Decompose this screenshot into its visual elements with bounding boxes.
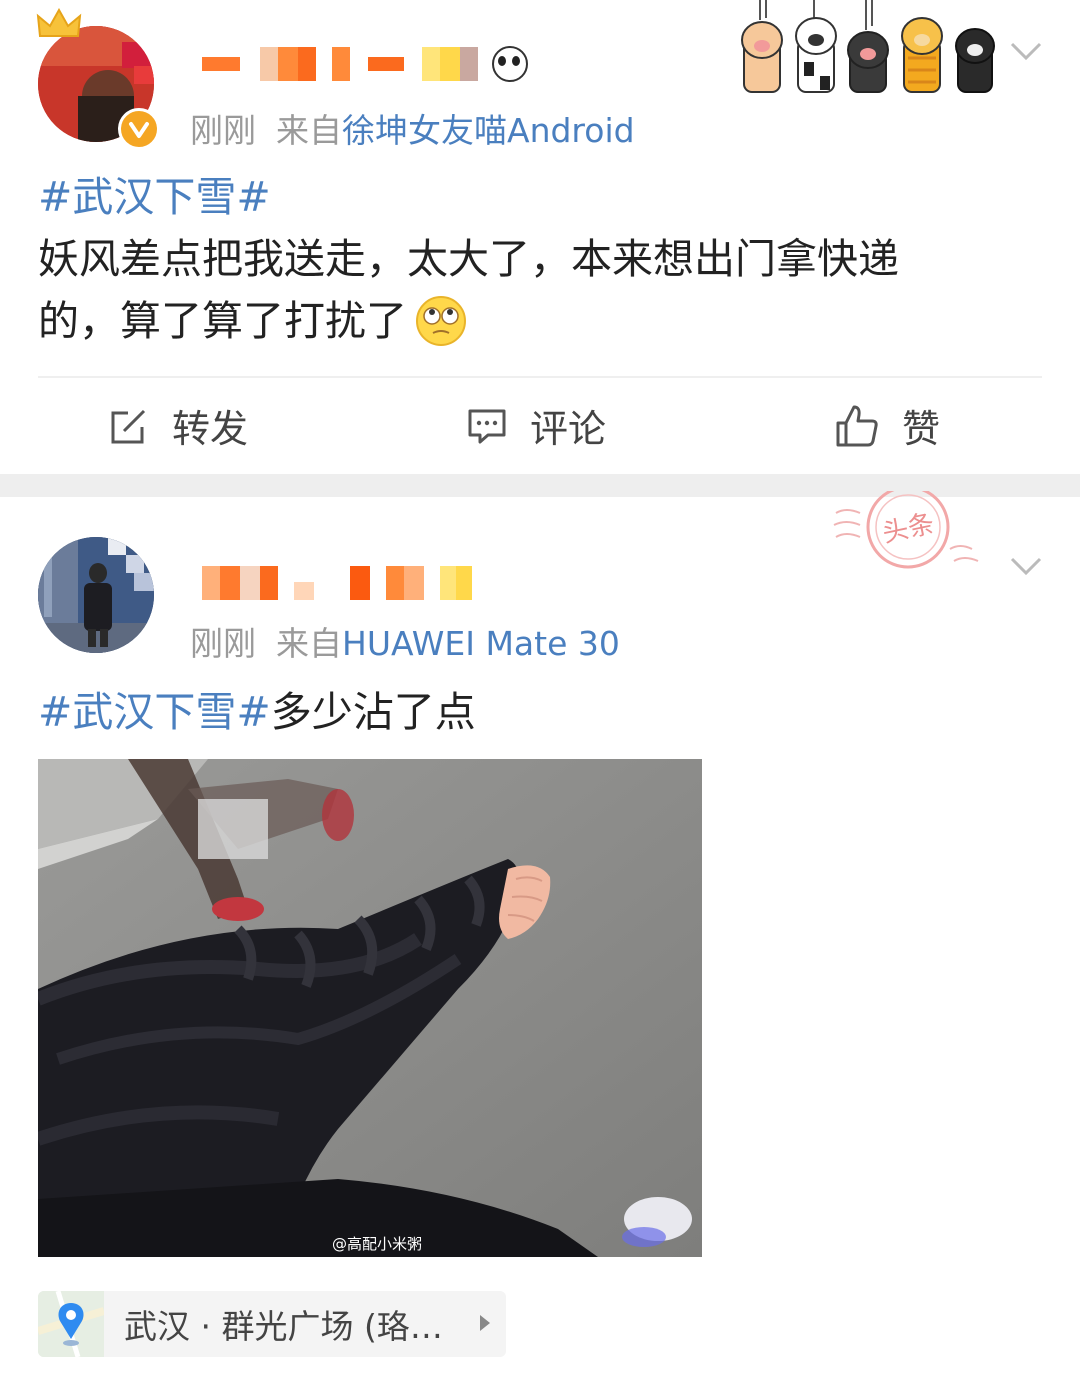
toutiao-stamp: 头条 <box>830 485 990 581</box>
username-redacted[interactable] <box>202 44 528 84</box>
map-thumbnail <box>38 1291 104 1357</box>
like-label: 赞 <box>902 407 941 451</box>
post-time: 刚刚 <box>190 624 256 663</box>
photo-watermark: @高配小米粥 <box>332 1235 422 1253</box>
chevron-down-icon[interactable] <box>1008 547 1044 583</box>
source-link[interactable]: HUAWEI Mate 30 <box>342 624 620 663</box>
crown-icon <box>36 7 82 46</box>
cat-paw-stickers <box>738 0 998 96</box>
location-tag[interactable]: 武汉 · 群光广场 (珞… <box>38 1291 506 1357</box>
thumbs-up-icon <box>836 405 878 446</box>
post-meta: 刚刚 来自HUAWEI Mate 30 <box>190 617 620 665</box>
weibo-post-2: 头条 刚刚 来自HUAWEI Mate 30 #武汉下雪#多少沾了点 @高配小米… <box>0 485 1080 1388</box>
post-meta: 刚刚 来自徐坤女友喵Android <box>190 104 635 152</box>
verified-v-icon <box>118 108 160 150</box>
like-button[interactable]: 赞 <box>834 398 940 453</box>
post-photo[interactable]: @高配小米粥 <box>38 759 702 1257</box>
svg-text:@高配小米粥: @高配小米粥 <box>332 1235 422 1253</box>
edit-share-icon <box>111 409 146 443</box>
chevron-down-icon[interactable] <box>1008 32 1044 68</box>
topic-link[interactable]: #武汉下雪# <box>38 166 899 228</box>
stamp-text: 头条 <box>880 509 937 549</box>
post-time: 刚刚 <box>190 111 256 150</box>
panda-icon <box>492 46 528 82</box>
action-divider <box>38 376 1042 378</box>
repost-button[interactable]: 转发 <box>108 398 248 453</box>
post-text-line-2: 的，算了算了打扰了 <box>38 297 407 345</box>
chevron-right-icon <box>480 1315 490 1331</box>
repost-label: 转发 <box>172 407 249 451</box>
post-text: #武汉下雪# 妖风差点把我送走，太大了，本来想出门拿快递 的，算了算了打扰了 <box>38 166 899 352</box>
topic-link[interactable]: #武汉下雪# <box>38 688 271 736</box>
rolling-eyes-emoji-icon <box>415 295 467 347</box>
comment-label: 评论 <box>530 407 607 451</box>
location-label: 武汉 · 群光广场 (珞… <box>124 1307 443 1346</box>
comment-button[interactable]: 评论 <box>466 398 606 453</box>
from-label: 来自 <box>276 624 342 663</box>
from-label: 来自 <box>276 111 342 150</box>
source-link[interactable]: 徐坤女友喵Android <box>342 111 635 150</box>
avatar[interactable] <box>38 537 154 653</box>
username-redacted[interactable] <box>202 563 472 603</box>
comment-bubble-icon <box>468 409 506 443</box>
post-text-line-1: 妖风差点把我送走，太大了，本来想出门拿快递 <box>38 235 899 283</box>
weibo-post-1: 刚刚 来自徐坤女友喵Android #武汉下雪# 妖风差点把我送走，太大了，本来想… <box>0 0 1080 474</box>
post-text-body: 多少沾了点 <box>270 688 476 736</box>
post-text: #武汉下雪#多少沾了点 <box>38 681 476 743</box>
